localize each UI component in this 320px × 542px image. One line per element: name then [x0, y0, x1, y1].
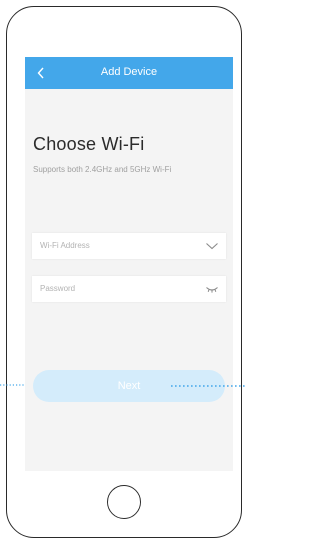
password-field[interactable]: Password [32, 276, 226, 302]
chevron-down-icon[interactable] [205, 241, 219, 251]
right-dotted-annotation-line [171, 385, 247, 387]
stage: Add Device Choose Wi-Fi Supports both 2.… [0, 0, 247, 542]
home-button[interactable] [107, 485, 141, 519]
phone-screen: Add Device Choose Wi-Fi Supports both 2.… [25, 57, 233, 471]
left-dotted-annotation-line [0, 384, 24, 386]
wifi-address-placeholder: Wi-Fi Address [40, 241, 90, 250]
page-title: Add Device [100, 66, 158, 78]
eye-closed-icon[interactable] [205, 284, 219, 294]
password-placeholder: Password [40, 284, 76, 293]
wifi-address-field[interactable]: Wi-Fi Address [32, 233, 226, 259]
choose-wifi-heading: Choose Wi-Fi [33, 134, 145, 154]
wifi-support-subheading: Supports both 2.4GHz and 5GHz Wi-Fi [33, 165, 172, 174]
app-header: Add Device [25, 57, 233, 89]
